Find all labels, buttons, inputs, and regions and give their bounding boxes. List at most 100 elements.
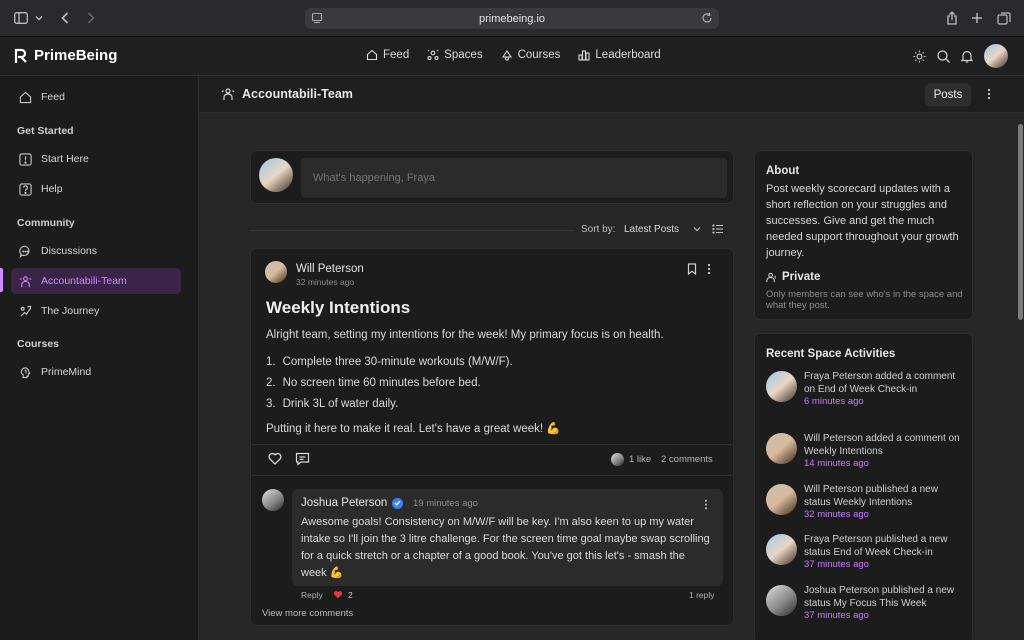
reload-icon[interactable] <box>701 12 713 24</box>
help-icon <box>19 182 32 196</box>
list-item: 1. Complete three 30-minute workouts (M/W… <box>266 356 513 377</box>
nav-actions <box>912 44 1008 68</box>
privacy-title: Private <box>782 271 821 283</box>
recent-activities-title: Recent Space Activities <box>766 348 896 360</box>
chevron-down-icon[interactable] <box>692 224 702 234</box>
theme-toggle-icon[interactable] <box>912 49 926 63</box>
likes-count[interactable]: 1 like <box>629 454 651 465</box>
chat-bubble-icon <box>19 245 30 258</box>
search-icon[interactable] <box>936 49 950 63</box>
comment-author[interactable]: Joshua Peterson <box>301 497 404 509</box>
brand-logo-icon <box>14 48 27 63</box>
like-heart-icon[interactable] <box>268 452 283 466</box>
activity-time: 37 minutes ago <box>804 610 869 621</box>
sidebar-item-help[interactable]: Help <box>11 176 181 202</box>
divider <box>251 444 733 445</box>
sort-dropdown[interactable]: Latest Posts <box>624 224 679 235</box>
list-number: 2. <box>266 377 276 389</box>
bookmark-icon[interactable] <box>687 263 698 276</box>
space-header: Accountabili-Team Posts <box>199 76 1024 113</box>
notification-bell-icon[interactable] <box>960 49 974 63</box>
nav-spaces-label: Spaces <box>444 49 483 61</box>
list-number: 3. <box>266 398 276 410</box>
comment-time: 19 minutes ago <box>413 498 478 509</box>
nav-courses[interactable]: Courses <box>501 49 561 61</box>
leaderboard-icon <box>578 50 590 61</box>
about-title: About <box>766 165 800 177</box>
chevron-down-icon[interactable] <box>33 9 45 27</box>
recent-activities-card: Recent Space Activities Fraya Peterson a… <box>754 333 973 640</box>
post-author[interactable]: Will Peterson <box>296 263 364 275</box>
sidebar-item-feed[interactable]: Feed <box>11 84 181 110</box>
sidebar-item-label: PrimeMind <box>41 366 92 378</box>
url-bar[interactable]: primebeing.io <box>305 8 719 29</box>
comment-bubble: Joshua Peterson 19 minutes ago Awesome g… <box>292 489 723 586</box>
courses-icon <box>501 50 512 61</box>
nav-feed[interactable]: Feed <box>366 49 409 61</box>
post-outro: Putting it here to make it real. Let's h… <box>266 423 561 435</box>
user-avatar[interactable] <box>984 44 1008 68</box>
sidebar-item-start-here[interactable]: Start Here <box>11 146 181 172</box>
more-options-icon[interactable] <box>984 86 994 102</box>
forward-icon[interactable] <box>82 9 100 27</box>
sort-label: Sort by: <box>581 224 616 235</box>
comment-like-count: 2 <box>348 590 353 600</box>
activity-avatar <box>766 371 797 402</box>
list-text: Drink 3L of water daily. <box>282 398 399 410</box>
activity-text: Fraya Peterson published a new status En… <box>804 534 948 558</box>
sidebar-item-the-journey[interactable]: The Journey <box>11 298 181 324</box>
section-heading-get-started: Get Started <box>17 125 74 137</box>
nav-courses-label: Courses <box>517 49 561 61</box>
sidebar-item-accountabili-team[interactable]: Accountabili-Team <box>11 268 181 294</box>
activity-time: 37 minutes ago <box>804 559 869 570</box>
activity-text-block: Will Peterson published a new status Wee… <box>804 484 966 522</box>
activity-avatar <box>766 534 797 565</box>
tab-overview-icon[interactable] <box>995 9 1013 27</box>
nav-leaderboard[interactable]: Leaderboard <box>578 49 661 61</box>
activity-text-block: Fraya Peterson added a comment on End of… <box>804 371 966 409</box>
reply-button[interactable]: Reply <box>301 590 323 600</box>
sidebar-item-label: Start Here <box>41 153 89 165</box>
scrollbar-thumb[interactable] <box>1018 124 1023 320</box>
replies-count[interactable]: 1 reply <box>689 590 715 600</box>
browser-chrome: primebeing.io <box>0 0 1024 37</box>
composer-input[interactable] <box>301 158 727 198</box>
post-more-icon[interactable] <box>707 263 715 275</box>
back-icon[interactable] <box>56 9 74 27</box>
sidebar-item-label: Feed <box>41 91 65 103</box>
comments-count[interactable]: 2 comments <box>661 454 713 465</box>
home-icon <box>366 49 378 61</box>
posts-tab-button[interactable]: Posts <box>925 83 971 106</box>
left-sidebar: Feed Get Started Start Here Help Communi… <box>0 76 199 640</box>
comment-author-name: Joshua Peterson <box>301 497 388 509</box>
post-author-avatar[interactable] <box>265 261 287 283</box>
list-view-icon[interactable] <box>712 223 724 235</box>
comment-icon[interactable] <box>295 452 310 466</box>
new-tab-icon[interactable] <box>968 9 986 27</box>
main-nav: Feed Spaces Courses Leaderboard <box>366 49 661 61</box>
post-intro: Alright team, setting my intentions for … <box>266 329 664 341</box>
view-more-comments-link[interactable]: View more comments <box>262 608 353 619</box>
sidebar-item-primemind[interactable]: PrimeMind <box>11 359 181 385</box>
spaces-icon <box>427 49 439 61</box>
comment-author-avatar[interactable] <box>262 489 284 511</box>
space-title-text: Accountabili-Team <box>242 87 353 101</box>
app-top-nav: PrimeBeing Feed Spaces Courses Leaderboa… <box>0 37 1024 76</box>
post-card: Will Peterson 32 minutes ago Weekly Inte… <box>250 248 734 626</box>
page-settings-icon[interactable] <box>311 12 323 24</box>
nav-spaces[interactable]: Spaces <box>427 49 483 61</box>
post-title[interactable]: Weekly Intentions <box>266 298 410 318</box>
post-composer <box>250 150 734 204</box>
activity-text: Fraya Peterson added a comment on End of… <box>804 371 956 395</box>
sidebar-toggle-icon[interactable] <box>12 9 30 27</box>
nav-leaderboard-label: Leaderboard <box>595 49 661 61</box>
comment-more-icon[interactable] <box>704 499 710 510</box>
share-icon[interactable] <box>943 9 961 27</box>
heart-filled-icon[interactable] <box>333 590 343 599</box>
list-number: 1. <box>266 356 276 368</box>
brand-logo[interactable]: PrimeBeing <box>14 47 117 64</box>
sidebar-item-discussions[interactable]: Discussions <box>11 238 181 264</box>
team-icon <box>221 88 235 100</box>
activity-avatar <box>766 585 797 616</box>
journey-icon <box>20 305 32 317</box>
